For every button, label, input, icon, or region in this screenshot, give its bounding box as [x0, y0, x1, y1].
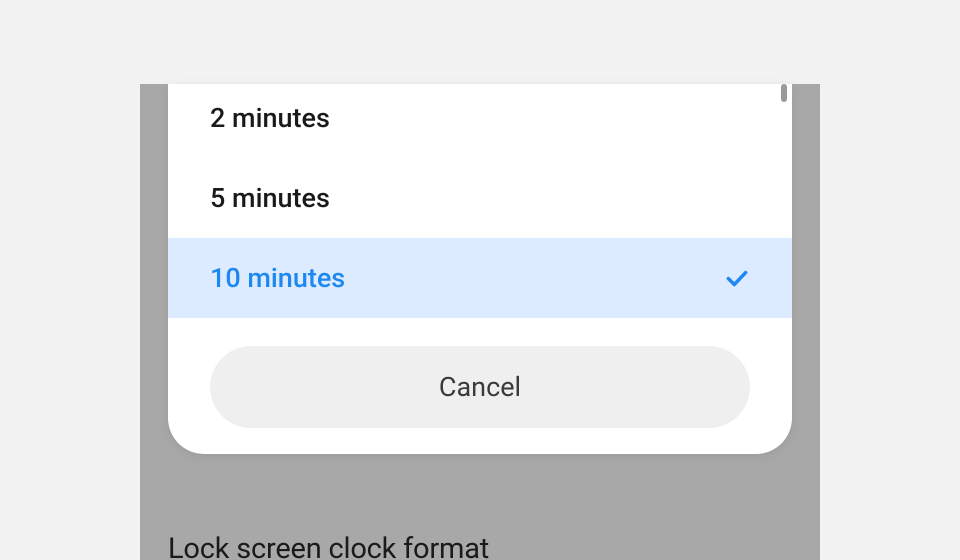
cancel-button[interactable]: Cancel	[210, 346, 750, 428]
timeout-picker-dialog: 2 minutes 5 minutes 10 minutes Cancel	[168, 84, 792, 454]
option-5-minutes[interactable]: 5 minutes	[168, 158, 792, 238]
option-label: 5 minutes	[210, 182, 330, 214]
option-10-minutes[interactable]: 10 minutes	[168, 238, 792, 318]
next-setting-title: Lock screen clock format	[168, 532, 489, 560]
option-2-minutes[interactable]: 2 minutes	[168, 84, 792, 158]
cancel-button-label: Cancel	[439, 371, 521, 403]
phone-frame: 2 minutes 5 minutes 10 minutes Cancel Lo…	[140, 84, 820, 560]
checkmark-icon	[724, 265, 750, 291]
option-label: 10 minutes	[210, 262, 345, 294]
option-label: 2 minutes	[210, 102, 330, 134]
scrollbar-thumb[interactable]	[781, 84, 787, 102]
